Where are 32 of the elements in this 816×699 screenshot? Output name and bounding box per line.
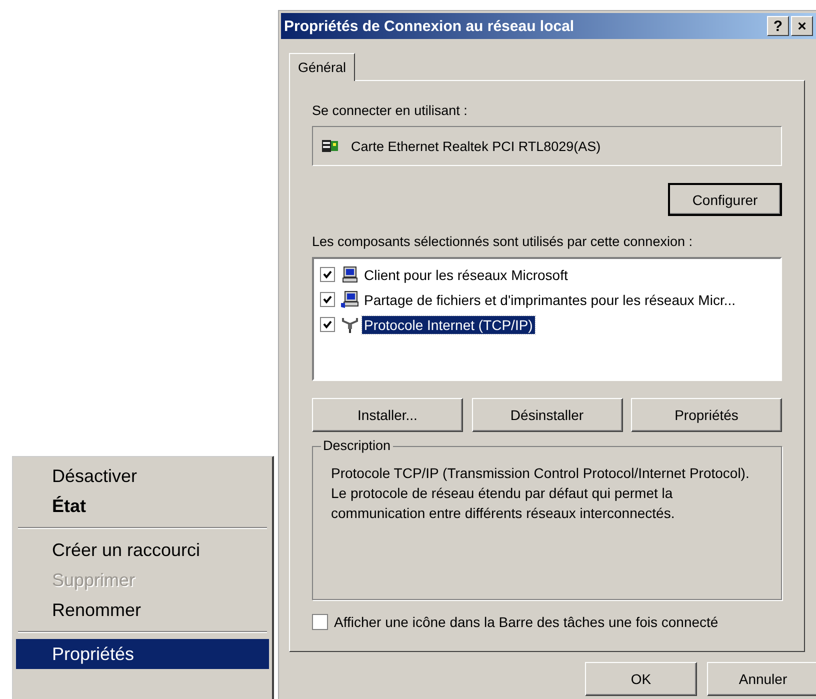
checkbox[interactable] <box>312 614 328 630</box>
network-card-icon <box>321 138 339 154</box>
field-label: Se connecter en utilisant : <box>312 103 468 118</box>
dialog-button[interactable]: OK <box>585 662 697 696</box>
checkbox-label: Afficher une icône dans la Barre des tâches une fois connecté <box>334 614 718 630</box>
action-button[interactable]: Propriétés <box>631 398 782 432</box>
menu-item[interactable]: Créer un raccourci <box>16 535 269 565</box>
action-button[interactable]: Installer... <box>312 398 463 432</box>
adapter-name: Carte Ethernet Realtek PCI RTL8029(AS) <box>351 138 601 154</box>
dialog-button[interactable]: Annuler <box>707 662 816 696</box>
help-button[interactable]: ? <box>767 16 789 36</box>
menu-item[interactable]: État <box>16 491 269 521</box>
description-text: Protocole TCP/IP (Transmission Control Protocol/Internet Protocol). Le protocole de réseau étendu par défaut qui permet la communication entre différents réseaux interconnectés. <box>331 464 750 523</box>
computer-icon <box>341 266 359 284</box>
menu-item[interactable]: Propriétés <box>16 639 269 669</box>
list-item[interactable]: Partage de fichiers et d'imprimantes pour les réseaux Micr... <box>362 290 738 308</box>
list-label: Les composants sélectionnés sont utilisés par cette connexion : <box>312 234 694 249</box>
menu-item[interactable]: Renommer <box>16 595 269 625</box>
window-title: Propriétés de Connexion au réseau local <box>284 18 576 34</box>
shared-computer-icon <box>341 290 359 308</box>
checkbox[interactable] <box>320 292 335 307</box>
tab[interactable]: Général <box>289 53 356 81</box>
checkbox[interactable] <box>320 267 335 282</box>
checkbox[interactable] <box>320 317 335 332</box>
network-cable-icon <box>341 316 359 334</box>
menu-item[interactable]: Désactiver <box>16 461 269 491</box>
list-item[interactable]: Client pour les réseaux Microsoft <box>362 266 570 284</box>
group-title: Description <box>321 438 393 453</box>
action-button[interactable]: Désinstaller <box>472 398 622 432</box>
list-item[interactable]: Protocole Internet (TCP/IP) <box>362 316 535 334</box>
close-button[interactable]: × <box>791 16 813 36</box>
configure-button[interactable]: Configurer <box>668 183 782 216</box>
